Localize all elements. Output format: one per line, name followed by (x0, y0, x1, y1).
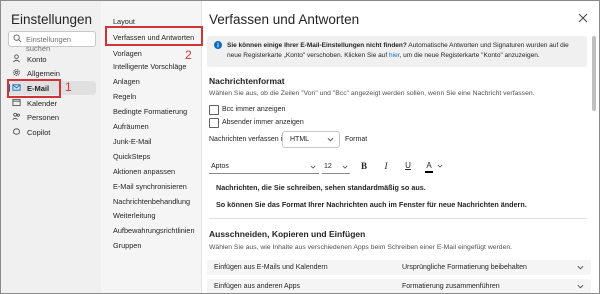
subnav-item-synchronisieren[interactable]: E-Mail synchronisieren (113, 182, 187, 191)
subnav-item-aufbewahrung[interactable]: Aufbewahrungsrichtlinien (113, 226, 195, 235)
scrollbar-thumb[interactable] (592, 36, 596, 111)
compose-format-dropdown[interactable]: HTML (282, 131, 340, 148)
highlight-box-verfassen (105, 26, 203, 46)
chevron-down-icon (437, 164, 443, 168)
search-placeholder: Einstellungen suchen (26, 34, 72, 53)
bold-button[interactable]: B (359, 161, 369, 171)
checkbox-label: Bcc immer anzeigen (222, 105, 286, 113)
subnav-item-bedingte-formatierung[interactable]: Bedingte Formatierung (113, 107, 187, 116)
section-divider (209, 218, 587, 219)
chevron-down-icon (310, 165, 316, 169)
settings-content: Verfassen und Antworten Sie können einig… (202, 1, 599, 293)
paste-row-value: Ursprüngliche Formatierung beibehalten (402, 264, 527, 271)
info-bold: Sie können einige Ihrer E-Mail-Einstellu… (227, 42, 407, 49)
font-family-value: Aptos (211, 163, 229, 170)
subnav-item-vorlagen[interactable]: Vorlagen (113, 49, 142, 58)
people-icon (12, 112, 20, 120)
compose-format-value: HTML (290, 136, 310, 143)
subnav-item-junk[interactable]: Junk-E-Mail (113, 137, 152, 146)
underline-button[interactable]: U (403, 161, 413, 170)
font-size-dropdown[interactable]: 12 (322, 161, 350, 174)
section-desc-copy: Wählen Sie aus, wie Inhalte aus verschie… (209, 244, 513, 251)
paste-from-apps-row[interactable]: Einfügen aus anderen Apps Formatierung z… (207, 279, 591, 293)
paste-row-label: Einfügen aus anderen Apps (214, 283, 301, 290)
settings-window: Einstellungen Einstellungen suchen Konto… (0, 0, 600, 294)
nav-item-label: Kalender (27, 99, 58, 108)
info-text-2: , um die neue Registerkarte "Konto" anzu… (399, 52, 540, 59)
compose-format-suffix: Format (345, 136, 368, 143)
checkbox-label: Absender immer anzeigen (222, 118, 304, 126)
section-title-copy: Ausschneiden, Kopieren und Einfügen (209, 229, 366, 239)
settings-title: Einstellungen (11, 12, 93, 27)
subnav-item-aufraeumen[interactable]: Aufräumen (113, 122, 149, 131)
subnav-item-quicksteps[interactable]: QuickSteps (113, 152, 150, 161)
nav-item-label: Konto (27, 55, 47, 64)
subnav-item-weiterleitung[interactable]: Weiterleitung (113, 211, 155, 220)
section-desc-format: Wählen Sie aus, ob die Zeilen "Von" und … (209, 90, 535, 97)
info-text: Sie können einige Ihrer E-Mail-Einstellu… (227, 41, 582, 61)
font-color-letter: A (426, 161, 432, 170)
step-number-1: 1 (65, 80, 72, 94)
info-icon (214, 41, 222, 49)
nav-item-allgemein[interactable]: Allgemein (8, 66, 96, 80)
checkbox-box[interactable] (209, 105, 219, 115)
subnav-item-aktionen[interactable]: Aktionen anpassen (113, 167, 175, 176)
calendar-icon (12, 98, 21, 107)
info-link[interactable]: hier (389, 52, 399, 59)
nav-item-label: Personen (27, 113, 60, 122)
chevron-down-icon (577, 284, 584, 289)
close-icon[interactable] (578, 13, 588, 23)
subnav-item-nachrichtenbehandlung[interactable]: Nachrichtenbehandlung (113, 197, 190, 206)
subnav-item-regeln[interactable]: Regeln (113, 92, 136, 101)
nav-item-label: Copilot (27, 128, 51, 137)
checkbox-box[interactable] (209, 118, 219, 128)
subnav-item-anlagen[interactable]: Anlagen (113, 77, 140, 86)
paste-from-mail-row[interactable]: Einfügen aus E-Mails und Kalendern Urspr… (207, 260, 591, 275)
font-color-bar (425, 171, 433, 173)
copilot-icon (13, 128, 20, 135)
format-toolbar: Aptos 12 B I U A (209, 161, 449, 175)
nav-item-kalender[interactable]: Kalender (8, 96, 96, 110)
font-color-button[interactable]: A (424, 161, 443, 173)
settings-nav: Einstellungen Einstellungen suchen Konto… (1, 1, 101, 293)
chevron-down-icon (327, 137, 334, 142)
step-number-2: 2 (185, 48, 192, 62)
format-preview-line-1: Nachrichten, die Sie schreiben, sehen st… (216, 183, 426, 192)
gear-icon (13, 69, 20, 76)
settings-search-input[interactable]: Einstellungen suchen (8, 31, 96, 53)
font-size-value: 12 (324, 163, 332, 170)
nav-item-copilot[interactable]: Copilot (8, 125, 96, 139)
nav-item-konto[interactable]: Konto (8, 52, 96, 66)
subnav-item-gruppen[interactable]: Gruppen (113, 241, 141, 250)
section-title-format: Nachrichtenformat (209, 76, 285, 86)
nav-item-label: Allgemein (27, 69, 60, 78)
person-icon (13, 54, 20, 63)
subnav-item-layout[interactable]: Layout (113, 17, 135, 26)
subnav-item-vorschlaege[interactable]: Intelligente Vorschläge (113, 62, 186, 71)
paste-row-label: Einfügen aus E-Mails und Kalendern (214, 264, 328, 271)
nav-item-personen[interactable]: Personen (8, 110, 96, 124)
chevron-down-icon (577, 265, 584, 270)
search-icon (13, 34, 22, 43)
paste-row-value: Formatierung zusammenführen (402, 283, 500, 290)
highlight-box-email (7, 79, 61, 98)
page-title: Verfassen und Antworten (209, 12, 360, 27)
font-family-dropdown[interactable]: Aptos (209, 161, 319, 174)
info-banner: Sie können einige Ihrer E-Mail-Einstellu… (207, 36, 587, 67)
italic-button[interactable]: I (381, 161, 391, 171)
chevron-down-icon (342, 165, 348, 169)
format-preview-line-2: So können Sie das Format Ihrer Nachricht… (216, 200, 527, 209)
compose-format-label: Nachrichten verfassen in (209, 136, 287, 143)
